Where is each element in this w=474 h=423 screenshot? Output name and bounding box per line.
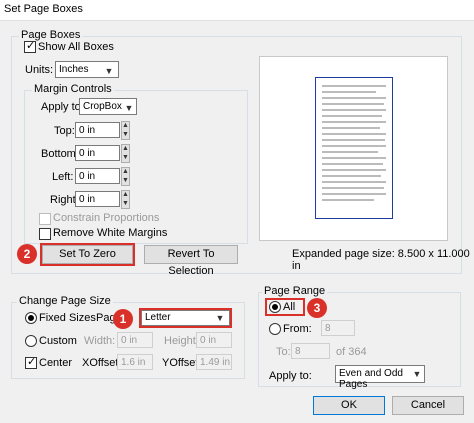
top-margin-spinner[interactable]: ▲ ▼ (121, 121, 130, 140)
bottom-label: Bottom: (41, 148, 79, 160)
to-input[interactable]: 8 (291, 343, 330, 359)
remove-white-margins-label: Remove White Margins (53, 227, 168, 239)
yoffset-input[interactable]: 1.49 in (196, 354, 232, 370)
left-label: Left: (52, 171, 74, 183)
ok-button[interactable]: OK (313, 396, 385, 415)
top-label: Top: (54, 125, 75, 137)
caret-up-icon[interactable]: ▲ (122, 122, 129, 131)
callout-three: 3 (307, 298, 327, 318)
center-label: Center (39, 357, 73, 369)
chevron-down-icon: ▼ (124, 103, 134, 113)
width-input[interactable]: 0 in (117, 332, 153, 348)
constrain-proportions-checkbox[interactable] (39, 213, 51, 225)
chevron-down-icon: ▼ (412, 369, 422, 379)
units-select[interactable]: Inches ▼ (55, 61, 119, 78)
from-input[interactable]: 8 (321, 320, 355, 336)
from-radio[interactable] (269, 323, 281, 335)
left-margin-spinner[interactable]: ▲ ▼ (121, 167, 130, 186)
expanded-page-size: Expanded page size: 8.500 x 11.000 in (292, 248, 470, 272)
apply-to-value: CropBox (83, 101, 122, 112)
page-size-select[interactable]: Letter ▼ (141, 310, 230, 326)
right-margin-spinner[interactable]: ▲ ▼ (121, 190, 130, 209)
apply-to-select[interactable]: CropBox ▼ (79, 98, 137, 115)
page-range-apply-to-select[interactable]: Even and Odd Pages ▼ (335, 365, 425, 390)
of-total: of 364 (336, 346, 367, 358)
page-range-legend: Page Range (262, 285, 328, 297)
height-input[interactable]: 0 in (196, 332, 232, 348)
fixed-sizes-label: Fixed Sizes (39, 312, 96, 324)
fixed-sizes-radio[interactable] (25, 312, 37, 324)
height-label: Height: (164, 335, 199, 347)
set-to-zero-button[interactable]: Set To Zero (42, 245, 133, 264)
units-value: Inches (59, 64, 89, 75)
caret-down-icon[interactable]: ▼ (122, 154, 129, 163)
apply-to-label: Apply to: (41, 101, 84, 113)
all-radio[interactable] (269, 301, 281, 313)
title-bar: Set Page Boxes (0, 0, 474, 21)
constrain-proportions-label: Constrain Proportions (53, 212, 160, 224)
bottom-margin-input[interactable]: 0 in (75, 145, 120, 161)
remove-white-margins-checkbox[interactable] (39, 228, 51, 240)
callout-two: 2 (17, 244, 37, 264)
page-thumbnail (315, 77, 393, 219)
right-margin-input[interactable]: 0 in (75, 191, 120, 207)
custom-radio[interactable] (25, 335, 37, 347)
caret-up-icon[interactable]: ▲ (122, 145, 129, 154)
change-page-size-legend: Change Page Size (17, 295, 113, 307)
custom-label: Custom (39, 335, 77, 347)
caret-up-icon[interactable]: ▲ (122, 191, 129, 200)
units-label: Units: (25, 64, 54, 76)
page-text-lines (322, 85, 386, 201)
chevron-down-icon: ▼ (104, 66, 114, 76)
from-label: From: (283, 323, 312, 335)
bottom-margin-spinner[interactable]: ▲ ▼ (121, 144, 130, 163)
caret-down-icon[interactable]: ▼ (122, 200, 129, 209)
cancel-button[interactable]: Cancel (392, 396, 464, 415)
revert-to-selection-button[interactable]: Revert To Selection (144, 245, 238, 277)
show-all-boxes-label: Show All Boxes (38, 41, 114, 53)
page-size-value: Letter (145, 312, 171, 323)
left-margin-input[interactable]: 0 in (75, 168, 120, 184)
width-label: Width: (84, 335, 116, 347)
xoffset-label: XOffset: (82, 357, 122, 369)
caret-down-icon[interactable]: ▼ (122, 177, 129, 186)
callout-one: 1 (113, 309, 133, 329)
page-preview (259, 56, 448, 241)
all-label: All (283, 301, 296, 313)
center-checkbox[interactable] (25, 355, 37, 369)
caret-down-icon[interactable]: ▼ (122, 131, 129, 140)
page-range-apply-to-label: Apply to: (269, 370, 312, 382)
show-all-boxes-checkbox[interactable] (24, 39, 36, 53)
to-label: To: (276, 346, 291, 358)
window-title: Set Page Boxes (4, 3, 83, 15)
chevron-down-icon: ▼ (215, 313, 225, 323)
xoffset-input[interactable]: 1.6 in (117, 354, 153, 370)
margin-controls-legend: Margin Controls (32, 83, 114, 95)
caret-up-icon[interactable]: ▲ (122, 168, 129, 177)
top-margin-input[interactable]: 0 in (75, 122, 120, 138)
